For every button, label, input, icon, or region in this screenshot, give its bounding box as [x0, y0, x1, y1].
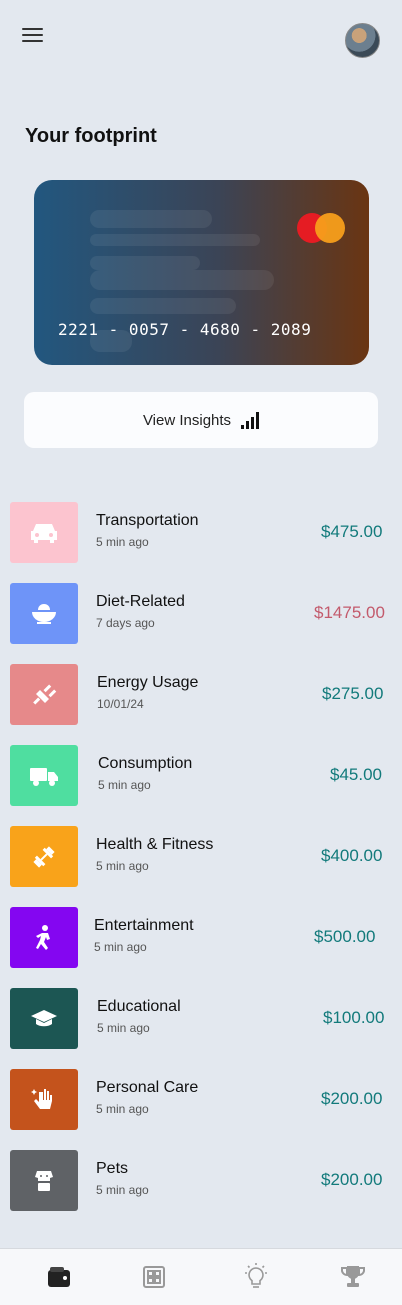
list-item-amount: $45.00	[330, 765, 382, 784]
list-item-amount: $275.00	[322, 684, 384, 703]
signal-bars-icon	[241, 411, 260, 429]
list-item-amount: $400.00	[321, 846, 383, 865]
list-item-timestamp: 5 min ago	[94, 940, 147, 954]
list-item[interactable]: Pets 5 min ago $200.00	[10, 1150, 390, 1212]
payment-card[interactable]: 2221 - 0057 - 4680 - 2089	[34, 180, 369, 365]
list-item-label: Consumption	[98, 755, 193, 772]
list-item-label: Personal Care	[96, 1079, 199, 1096]
list-item-timestamp: 5 min ago	[98, 778, 151, 792]
grid-icon[interactable]	[140, 1263, 168, 1291]
graduation-cap-icon	[10, 988, 78, 1049]
card-number: 2221 - 0057 - 4680 - 2089	[58, 320, 312, 339]
list-item-amount: $1475.00	[314, 603, 385, 622]
list-item[interactable]: Energy Usage 10/01/24 $275.00	[10, 664, 390, 726]
card-blur-decoration	[90, 210, 212, 228]
list-item-label: Transportation	[96, 512, 199, 529]
list-item[interactable]: Consumption 5 min ago $45.00	[10, 745, 390, 807]
list-item-amount: $200.00	[321, 1089, 383, 1108]
list-item[interactable]: Health & Fitness 5 min ago $400.00	[10, 826, 390, 888]
dancing-person-icon	[10, 907, 78, 968]
card-blur-decoration	[90, 270, 274, 290]
card-blur-decoration	[90, 234, 260, 246]
truck-icon	[10, 745, 78, 806]
hamburger-menu-icon[interactable]	[22, 28, 43, 44]
list-item-amount: $200.00	[321, 1170, 383, 1189]
bottom-navigation	[0, 1248, 402, 1305]
list-item-timestamp: 7 days ago	[96, 616, 155, 630]
list-item-timestamp: 5 min ago	[96, 1183, 149, 1197]
food-bowl-icon	[10, 583, 78, 644]
list-item-label: Diet-Related	[96, 593, 185, 610]
page-title: Your footprint	[25, 125, 157, 147]
list-item-amount: $475.00	[321, 522, 383, 541]
dumbbell-icon	[10, 826, 78, 887]
list-item-label: Educational	[97, 998, 181, 1015]
list-item-amount: $100.00	[323, 1008, 385, 1027]
top-bar	[0, 0, 402, 80]
hand-sparkle-icon	[10, 1069, 78, 1130]
trophy-icon[interactable]	[339, 1263, 367, 1291]
list-item-timestamp: 10/01/24	[97, 697, 144, 711]
card-blur-decoration	[90, 256, 200, 270]
list-item[interactable]: Personal Care 5 min ago $200.00	[10, 1069, 390, 1131]
plug-icon	[10, 664, 78, 725]
card-blur-decoration	[90, 298, 236, 314]
list-item[interactable]: Diet-Related 7 days ago $1475.00	[10, 583, 390, 645]
list-item[interactable]: Entertainment 5 min ago $500.00	[10, 907, 390, 969]
car-icon	[10, 502, 78, 563]
mastercard-logo-icon	[297, 213, 345, 243]
list-item-amount: $500.00	[314, 927, 376, 946]
lightbulb-icon[interactable]	[242, 1263, 270, 1291]
dog-icon	[10, 1150, 78, 1211]
list-item-label: Energy Usage	[97, 674, 199, 691]
view-insights-button[interactable]: View Insights	[24, 392, 378, 448]
list-item-label: Entertainment	[94, 917, 194, 934]
list-item-timestamp: 5 min ago	[96, 859, 149, 873]
list-item-timestamp: 5 min ago	[97, 1021, 150, 1035]
view-insights-label: View Insights	[142, 411, 232, 429]
list-item-label: Health & Fitness	[96, 836, 214, 853]
wallet-icon[interactable]	[45, 1263, 73, 1291]
list-item-timestamp: 5 min ago	[96, 1102, 149, 1116]
list-item-timestamp: 5 min ago	[96, 535, 149, 549]
list-item[interactable]: Transportation 5 min ago $475.00	[10, 502, 390, 564]
avatar[interactable]	[345, 23, 380, 58]
list-item-label: Pets	[96, 1160, 129, 1177]
list-item[interactable]: Educational 5 min ago $100.00	[10, 988, 390, 1050]
